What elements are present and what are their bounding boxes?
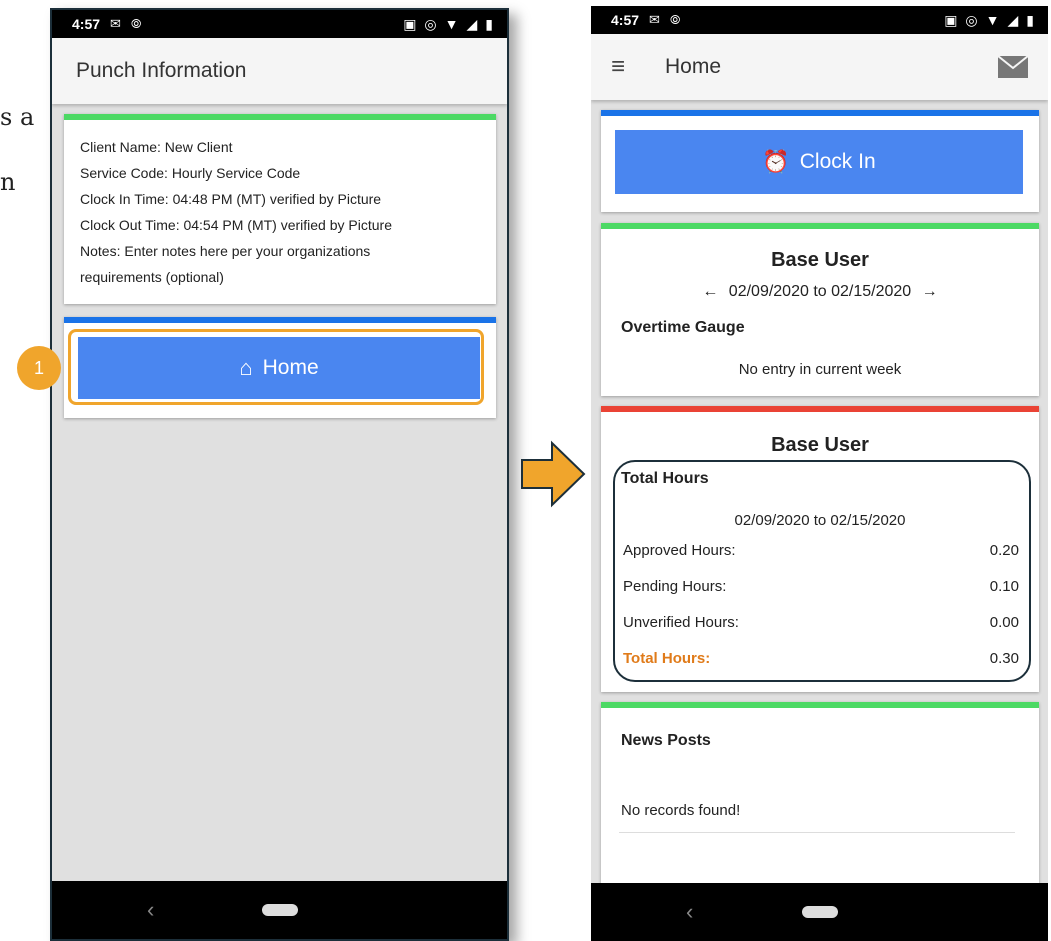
clock-in-button-label: Clock In xyxy=(799,150,876,173)
back-icon[interactable]: ‹ xyxy=(147,897,154,923)
home-gesture-pill[interactable] xyxy=(261,904,298,916)
background-text-2: n xyxy=(0,168,16,196)
news-posts-heading: News Posts xyxy=(621,732,711,749)
back-icon[interactable]: ‹ xyxy=(686,899,693,925)
home-button-label: Home xyxy=(262,356,319,379)
clock-in-button[interactable]: ⏰ Clock In xyxy=(615,130,1023,194)
highlight-outline xyxy=(613,460,1031,682)
arrow-right-icon xyxy=(521,440,586,508)
hours-row-label: Pending Hours: xyxy=(623,578,727,595)
app-bar: ≡ Home xyxy=(591,34,1048,100)
cast-icon: ▣ xyxy=(944,11,958,28)
status-time: 4:57 xyxy=(72,16,101,32)
card-status-bar xyxy=(601,223,1039,229)
navigation-bar: ‹ xyxy=(591,883,1048,941)
punch-info-card: Client Name: New Client Service Code: Ho… xyxy=(64,114,496,304)
notes-line-1: Notes: Enter notes here per your organiz… xyxy=(80,243,371,259)
step-badge: 1 xyxy=(17,346,61,390)
hours-row-value: 0.10 xyxy=(989,578,1019,595)
left-phone-screen: 4:57 ✉ ⦾ ▣ ◎ ▼ ◢ ▮ Punch Information Cli… xyxy=(50,8,509,941)
news-card: News Posts No records found! xyxy=(601,702,1039,892)
service-code: Service Code: Hourly Service Code xyxy=(80,165,301,181)
overtime-empty-text: No entry in current week xyxy=(738,361,902,378)
background-text-1: s a xyxy=(0,103,35,131)
location-icon: ◎ xyxy=(965,11,978,28)
date-range-row: ← 02/09/2020 to 02/15/2020 → xyxy=(601,283,1039,301)
cell-signal-icon: ◢ xyxy=(1007,11,1019,28)
wifi-icon: ▼ xyxy=(444,15,459,32)
arrow-left-icon[interactable]: ← xyxy=(702,283,718,300)
home-button[interactable]: ⌂ Home xyxy=(78,337,480,399)
hours-row-value: 0.00 xyxy=(989,614,1019,631)
cast-icon: ▣ xyxy=(403,15,417,32)
alarm-clock-icon: ⏰ xyxy=(762,149,790,174)
user-name: Base User xyxy=(771,434,869,456)
card-status-bar xyxy=(601,110,1039,116)
home-button-card: ⌂ Home xyxy=(64,317,496,418)
arrow-right-icon[interactable]: → xyxy=(922,283,938,300)
hours-date-range: 02/09/2020 to 02/15/2020 xyxy=(734,512,906,529)
page-title: Home xyxy=(665,55,722,78)
hours-row-label: Unverified Hours: xyxy=(623,614,739,631)
hours-row-total: Total Hours: 0.30 xyxy=(623,650,1019,667)
overtime-card: Base User ← 02/09/2020 to 02/15/2020 → O… xyxy=(601,223,1039,396)
app-bar: Punch Information xyxy=(52,38,507,104)
hours-row: Unverified Hours: 0.00 xyxy=(623,614,1019,631)
status-bar: 4:57 ✉ ⦾ ▣ ◎ ▼ ◢ ▮ xyxy=(591,6,1048,34)
battery-icon: ▮ xyxy=(485,15,493,32)
location-icon: ◎ xyxy=(424,15,437,32)
signal-notification-icon: ⦾ xyxy=(130,16,142,31)
right-phone-screen: 4:57 ✉ ⦾ ▣ ◎ ▼ ◢ ▮ ≡ Home ⏰ Clock In Bas… xyxy=(591,6,1048,941)
user-name: Base User xyxy=(771,249,869,271)
date-range: 02/09/2020 to 02/15/2020 xyxy=(728,283,912,300)
hours-card: Base User Total Hours 02/09/2020 to 02/1… xyxy=(601,406,1039,692)
overtime-gauge-heading: Overtime Gauge xyxy=(621,319,745,336)
hours-row-value: 0.20 xyxy=(989,542,1019,559)
gmail-notification-icon: ✉ xyxy=(649,12,660,27)
news-empty-text: No records found! xyxy=(621,802,741,819)
hours-row: Approved Hours: 0.20 xyxy=(623,542,1019,559)
home-icon: ⌂ xyxy=(239,355,253,380)
card-status-bar xyxy=(601,702,1039,708)
hours-row-label: Approved Hours: xyxy=(623,542,736,559)
page-title: Punch Information xyxy=(76,59,247,82)
hours-row: Pending Hours: 0.10 xyxy=(623,578,1019,595)
notes-line-2: requirements (optional) xyxy=(80,269,224,285)
navigation-bar: ‹ xyxy=(52,881,507,939)
signal-notification-icon: ⦾ xyxy=(669,12,681,27)
client-name: Client Name: New Client xyxy=(80,139,233,155)
cell-signal-icon: ◢ xyxy=(466,15,478,32)
total-hours-heading: Total Hours xyxy=(621,470,709,487)
clock-in-card: ⏰ Clock In xyxy=(601,110,1039,212)
menu-icon[interactable]: ≡ xyxy=(611,53,625,81)
card-status-bar xyxy=(64,317,496,323)
card-status-bar xyxy=(64,114,496,120)
gmail-notification-icon: ✉ xyxy=(110,16,121,31)
clock-out-time: Clock Out Time: 04:54 PM (MT) verified b… xyxy=(80,217,392,233)
hours-row-value: 0.30 xyxy=(989,650,1019,667)
status-time: 4:57 xyxy=(611,12,640,28)
divider xyxy=(619,832,1015,833)
home-gesture-pill[interactable] xyxy=(801,906,838,918)
clock-in-time: Clock In Time: 04:48 PM (MT) verified by… xyxy=(80,191,382,207)
wifi-icon: ▼ xyxy=(985,11,1000,28)
status-bar: 4:57 ✉ ⦾ ▣ ◎ ▼ ◢ ▮ xyxy=(52,10,507,38)
hours-row-label: Total Hours: xyxy=(623,650,711,667)
mail-icon[interactable] xyxy=(998,56,1028,78)
battery-icon: ▮ xyxy=(1026,11,1034,28)
card-status-bar xyxy=(601,406,1039,412)
